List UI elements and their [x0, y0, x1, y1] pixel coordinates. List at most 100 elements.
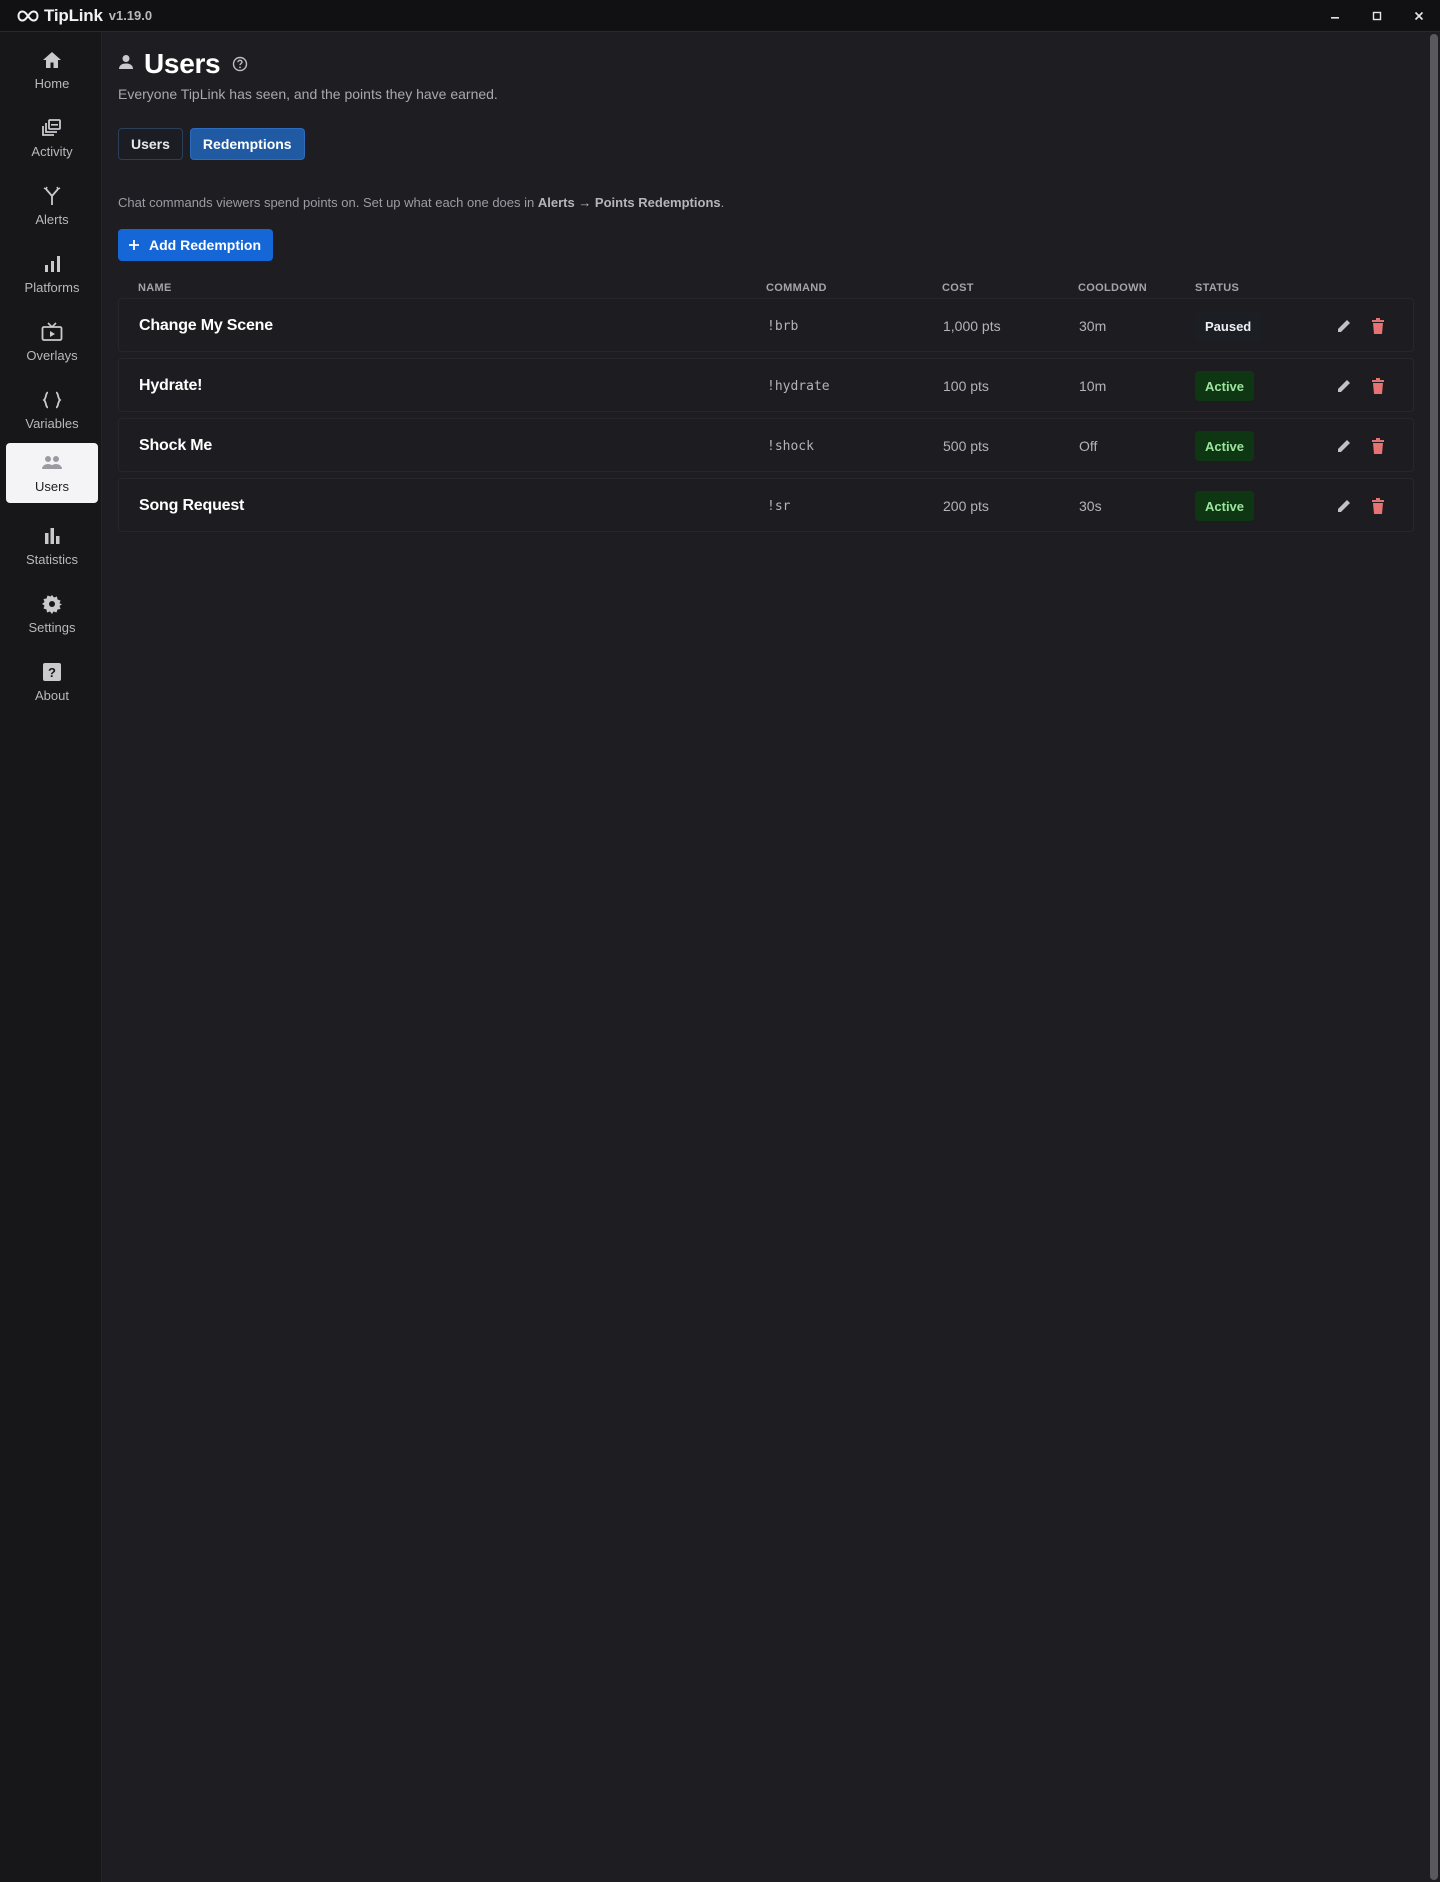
status-cell: Paused [1195, 299, 1262, 353]
help-icon[interactable] [232, 56, 248, 72]
sidebar-item-home[interactable]: Home [6, 40, 98, 100]
sidebar-item-label: Statistics [25, 552, 78, 567]
redemption-cooldown: 30s [1079, 498, 1102, 514]
page-header: Users [118, 48, 248, 80]
redemption-cooldown: 10m [1079, 378, 1107, 394]
statistics-icon [41, 525, 63, 547]
plus-icon [128, 236, 140, 254]
status-badge[interactable]: Active [1195, 491, 1255, 521]
edit-button[interactable] [1335, 419, 1353, 473]
status-cell: Active [1195, 479, 1255, 533]
tab-redemptions[interactable]: Redemptions [189, 128, 305, 160]
add-redemption-button[interactable]: Add Redemption [118, 229, 273, 261]
platforms-icon [41, 253, 63, 275]
users-icon [41, 452, 63, 474]
add-redemption-label: Add Redemption [149, 237, 261, 253]
sidebar-item-label: Alerts [35, 212, 69, 227]
pencil-icon [1338, 500, 1350, 512]
redemption-cost: 500 pts [943, 438, 989, 454]
edit-button[interactable] [1335, 299, 1353, 353]
sidebar-item-statistics[interactable]: Statistics [6, 516, 98, 576]
app-version: v1.19.0 [108, 8, 153, 23]
close-icon [1414, 11, 1424, 21]
redemption-name: Hydrate! [139, 377, 203, 394]
infinity-logo-icon [17, 9, 39, 23]
redemption-cost: 100 pts [943, 378, 989, 394]
delete-button[interactable] [1370, 299, 1386, 353]
table-row: Shock Me !shock 500 pts Off Active [118, 418, 1414, 472]
sidebar-item-label: Variables [25, 416, 79, 431]
sidebar-item-about[interactable]: ? About [6, 652, 98, 712]
sidebar-item-label: Activity [31, 144, 73, 159]
page-title: Users [144, 48, 221, 79]
edit-button[interactable] [1335, 359, 1353, 413]
pencil-icon [1338, 320, 1350, 332]
status-cell: Active [1195, 359, 1255, 413]
redemption-name: Shock Me [139, 437, 213, 454]
edit-button[interactable] [1335, 479, 1353, 533]
redemption-cooldown: 30m [1079, 318, 1107, 334]
trash-icon [1372, 498, 1384, 514]
minimize-icon [1331, 17, 1339, 19]
description-suffix: . [720, 195, 725, 210]
maximize-button[interactable] [1356, 0, 1398, 32]
column-header-cost: COST [942, 282, 974, 294]
redemption-name: Change My Scene [139, 317, 273, 334]
redemption-cost: 1,000 pts [943, 318, 1001, 334]
sidebar-item-label: Platforms [24, 280, 80, 295]
redemption-command: !hydrate [767, 378, 830, 394]
title-bar: TipLink v1.19.0 [0, 0, 1440, 32]
activity-icon [41, 117, 63, 139]
vertical-scrollbar[interactable] [1430, 34, 1438, 1880]
home-icon [41, 49, 63, 71]
redemption-command: !sr [767, 498, 791, 514]
sidebar-item-activity[interactable]: Activity [6, 108, 98, 168]
overlays-icon [41, 321, 63, 343]
description-text: Chat commands viewers spend points on. S… [118, 195, 538, 210]
tab-bar: Users Redemptions [118, 128, 305, 160]
sidebar-item-variables[interactable]: Variables [6, 380, 98, 440]
column-header-command: COMMAND [766, 282, 827, 294]
delete-button[interactable] [1370, 479, 1386, 533]
status-badge[interactable]: Active [1195, 431, 1255, 461]
sidebar-item-label: Users [35, 479, 69, 494]
status-badge[interactable]: Paused [1195, 311, 1262, 341]
trash-icon [1372, 378, 1384, 394]
table-row: Change My Scene !brb 1,000 pts 30m Pause… [118, 298, 1414, 352]
about-icon: ? [41, 661, 63, 683]
sidebar-item-alerts[interactable]: Alerts [6, 176, 98, 236]
close-button[interactable] [1398, 0, 1440, 32]
trash-icon [1372, 438, 1384, 454]
variables-icon [41, 389, 63, 411]
window-controls [1314, 0, 1440, 32]
alerts-points-redemptions-link[interactable]: Alerts → Points Redemptions [538, 195, 721, 210]
column-header-name: NAME [138, 282, 172, 294]
sidebar-item-settings[interactable]: Settings [6, 584, 98, 644]
settings-icon [41, 593, 63, 615]
status-cell: Active [1195, 419, 1255, 473]
sidebar-item-label: Overlays [26, 348, 78, 363]
minimize-button[interactable] [1314, 0, 1356, 32]
redemption-name: Song Request [139, 497, 245, 514]
sidebar-item-label: About [35, 688, 69, 703]
main-content: Users Everyone TipLink has seen, and the… [103, 32, 1430, 1882]
sidebar-item-users[interactable]: Users [6, 443, 98, 503]
column-header-cooldown: COOLDOWN [1078, 282, 1148, 294]
pencil-icon [1338, 380, 1350, 392]
status-badge[interactable]: Active [1195, 371, 1255, 401]
sidebar-item-label: Home [34, 76, 70, 91]
app-name: TipLink [44, 5, 103, 25]
tab-users[interactable]: Users [118, 128, 183, 160]
redemption-cooldown: Off [1079, 438, 1098, 454]
redemption-command: !brb [767, 318, 799, 334]
sidebar-item-overlays[interactable]: Overlays [6, 312, 98, 372]
sidebar-item-platforms[interactable]: Platforms [6, 244, 98, 304]
column-header-status: STATUS [1195, 282, 1240, 294]
delete-button[interactable] [1370, 359, 1386, 413]
delete-button[interactable] [1370, 419, 1386, 473]
redemption-cost: 200 pts [943, 498, 989, 514]
trash-icon [1372, 318, 1384, 334]
maximize-icon [1372, 11, 1382, 21]
sidebar-item-label: Settings [28, 620, 76, 635]
table-row: Hydrate! !hydrate 100 pts 10m Active [118, 358, 1414, 412]
